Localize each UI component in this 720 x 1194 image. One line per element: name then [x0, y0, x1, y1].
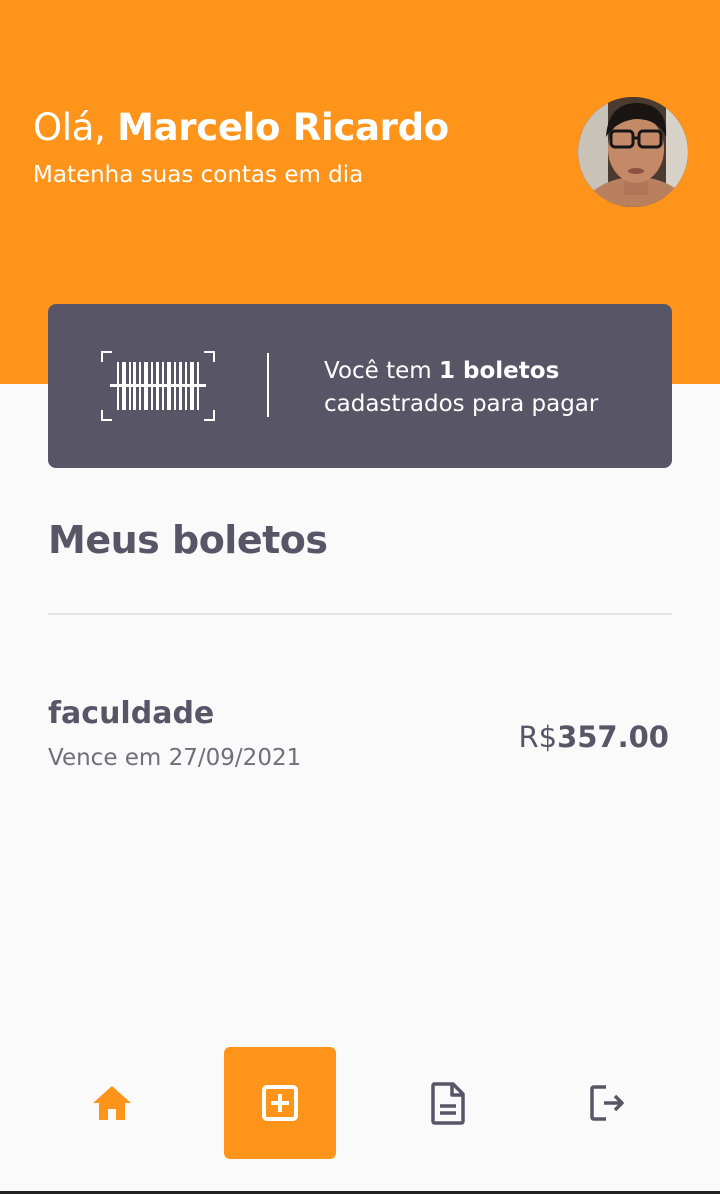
- greeting-prefix: Olá,: [33, 106, 118, 149]
- summary-prefix: Você tem: [324, 358, 440, 384]
- barcode-icon: [100, 350, 216, 422]
- document-icon: [431, 1082, 465, 1125]
- section-divider: [48, 613, 672, 615]
- greeting: Olá, Marcelo Ricardo: [33, 106, 449, 149]
- card-divider: [267, 353, 269, 417]
- nav-home-button[interactable]: [82, 1073, 142, 1133]
- bill-due-date: Vence em 27/09/2021: [48, 745, 302, 771]
- bill-name: faculdade: [48, 696, 215, 731]
- summary-line-1: Você tem 1 boletos: [324, 355, 598, 388]
- bill-value: 357.00: [557, 720, 669, 754]
- nav-logout-button[interactable]: [578, 1073, 638, 1133]
- nav-docs-button[interactable]: [418, 1073, 478, 1133]
- bill-currency: R$: [518, 720, 558, 754]
- add-box-icon: [262, 1085, 298, 1121]
- avatar-photo: [578, 97, 688, 207]
- home-icon: [93, 1086, 131, 1120]
- logout-icon: [590, 1085, 624, 1121]
- bill-amount: R$357.00: [518, 720, 669, 754]
- greeting-subtitle: Matenha suas contas em dia: [33, 162, 364, 188]
- summary-line-2: cadastrados para pagar: [324, 391, 599, 417]
- summary-text: Você tem 1 boletos cadastrados para paga…: [324, 355, 598, 421]
- section-title: Meus boletos: [48, 518, 328, 562]
- nav-add-button[interactable]: [224, 1047, 336, 1159]
- user-name: Marcelo Ricardo: [117, 106, 449, 149]
- avatar[interactable]: [578, 97, 688, 207]
- summary-count: 1 boletos: [439, 358, 560, 384]
